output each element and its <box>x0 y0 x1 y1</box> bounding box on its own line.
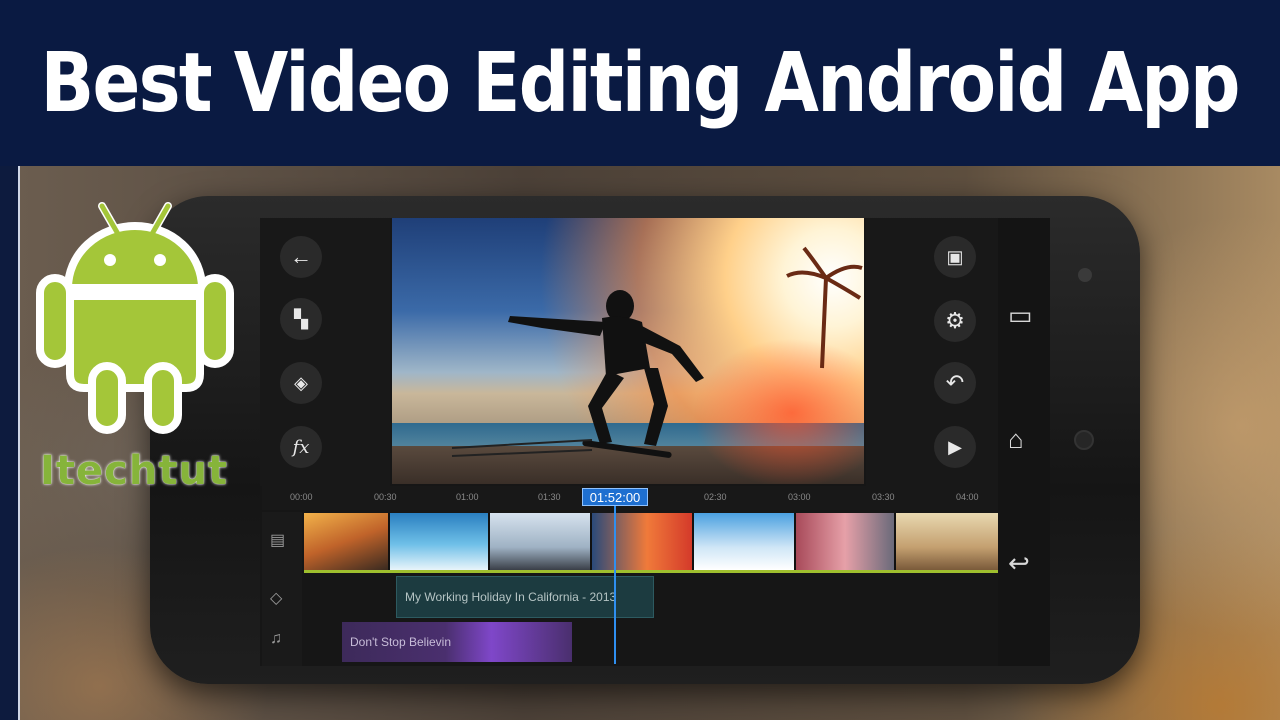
brand-name: Itechtut <box>40 448 229 494</box>
video-clip[interactable] <box>304 513 390 570</box>
ruler-label: 04:00 <box>956 492 979 502</box>
current-time-badge: 01:52:00 <box>582 488 648 506</box>
play-icon: ▶ <box>948 436 962 457</box>
fx-button[interactable]: fx <box>280 426 322 468</box>
back-button[interactable]: ← <box>280 236 322 278</box>
skateboarder-silhouette <box>451 246 863 458</box>
fx-icon: fx <box>292 436 310 458</box>
right-toolbar <box>866 218 998 486</box>
layers-icon: ◈ <box>294 372 308 393</box>
video-clip[interactable] <box>592 513 694 570</box>
video-clip[interactable] <box>896 513 998 570</box>
phone-camera <box>1074 430 1094 450</box>
video-clip[interactable] <box>796 513 896 570</box>
layers-button[interactable]: ◈ <box>280 362 322 404</box>
add-media-button[interactable]: ▚ <box>280 298 322 340</box>
add-media-icon: ▚ <box>294 308 308 329</box>
undo-button[interactable]: ↶ <box>934 362 976 404</box>
video-clip-track[interactable] <box>304 513 998 573</box>
recent-apps-icon: ▭ <box>1008 300 1033 330</box>
export-button[interactable]: ▣ <box>934 236 976 278</box>
ruler-label: 00:30 <box>374 492 397 502</box>
back-arrow-icon: ← <box>290 244 312 269</box>
ruler-label: 03:30 <box>872 492 895 502</box>
layer-track-icon: ◇ <box>270 590 283 607</box>
export-icon: ▣ <box>946 246 964 267</box>
video-clip[interactable] <box>390 513 490 570</box>
track-icons: ▤ ◇ ♫ <box>262 512 302 666</box>
ruler-label: 01:30 <box>538 492 561 502</box>
playhead[interactable] <box>614 506 616 664</box>
android-logo-icon <box>36 202 234 434</box>
video-preview[interactable] <box>392 218 864 484</box>
recent-apps-button[interactable]: ▭ <box>1008 300 1033 331</box>
video-clip[interactable] <box>490 513 592 570</box>
ruler-label: 00:00 <box>290 492 313 502</box>
ruler-label: 02:30 <box>704 492 727 502</box>
video-clip[interactable] <box>694 513 796 570</box>
ruler-label: 01:00 <box>456 492 479 502</box>
nav-back-icon: ↩ <box>1008 548 1030 578</box>
banner-title: Best Video Editing Android App <box>40 35 1241 131</box>
ruler-label: 03:00 <box>788 492 811 502</box>
settings-button[interactable]: ⚙ <box>934 300 976 342</box>
music-track-icon: ♫ <box>270 630 282 647</box>
play-button[interactable]: ▶ <box>934 426 976 468</box>
home-button[interactable]: ⌂ <box>1008 424 1024 455</box>
home-icon: ⌂ <box>1008 424 1024 454</box>
audio-clip[interactable]: Don't Stop Believin <box>342 622 572 662</box>
android-nav-bar <box>998 218 1050 666</box>
title-banner: Best Video Editing Android App <box>0 0 1280 166</box>
phone-speaker <box>1078 268 1092 282</box>
nav-back-button[interactable]: ↩ <box>1008 548 1030 579</box>
video-track-icon: ▤ <box>270 532 286 549</box>
undo-icon: ↶ <box>945 370 965 395</box>
settings-icon: ⚙ <box>945 308 965 333</box>
